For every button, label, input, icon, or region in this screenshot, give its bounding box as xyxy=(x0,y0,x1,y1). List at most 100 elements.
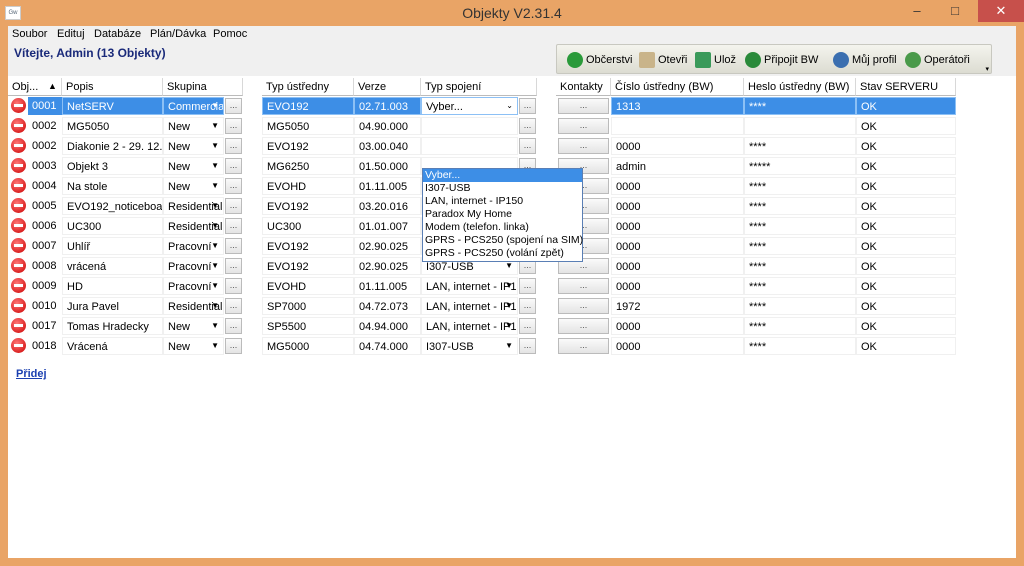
cell-skupina[interactable]: Residential ▼ xyxy=(163,197,224,215)
contacts-button[interactable]: ... xyxy=(558,278,609,294)
table-row[interactable]: 0002 MG5050 New ▼... MG5050 04.90.000...... OK xyxy=(8,116,956,136)
my-profile-button[interactable]: Můj profil xyxy=(833,52,897,68)
chevron-down-icon[interactable]: ⌄ xyxy=(506,101,513,110)
table-row[interactable]: 0002 Diakonie 2 - 29. 12. 2 New ▼... EVO192 0… xyxy=(8,136,956,156)
column-header-verze[interactable]: Verze xyxy=(354,78,421,96)
chevron-down-icon[interactable]: ▼ xyxy=(211,161,219,170)
group-edit-button[interactable]: ... xyxy=(225,298,242,314)
cell-popis[interactable]: Jura Pavel xyxy=(62,297,163,315)
cell-typ-spojeni[interactable]: I307-USB ▼ xyxy=(421,337,518,355)
group-edit-button[interactable]: ... xyxy=(225,258,242,274)
table-row[interactable]: 0001 NetSERV Commercial ▼... EVO192 02.71.003… xyxy=(8,96,956,116)
cell-typ-spojeni[interactable]: LAN, internet - IP150▼ xyxy=(421,297,518,315)
maximize-button[interactable]: □ xyxy=(940,0,970,22)
chevron-down-icon[interactable]: ▼ xyxy=(505,281,513,290)
column-header-cislo-ustredny[interactable]: Číslo ústředny (BW) xyxy=(611,78,744,96)
contacts-button[interactable]: ... xyxy=(558,118,609,134)
chevron-down-icon[interactable]: ▼ xyxy=(211,181,219,190)
chevron-down-icon[interactable]: ▼ xyxy=(211,241,219,250)
contacts-button[interactable]: ... xyxy=(558,138,609,154)
cell-popis[interactable]: EVO192_noticeboard xyxy=(62,197,163,215)
toolbar-overflow-icon[interactable]: ▾ xyxy=(985,65,989,73)
connection-edit-button[interactable]: ... xyxy=(519,338,536,354)
sort-asc-icon[interactable]: ▲ xyxy=(48,81,57,91)
cell-skupina[interactable]: Residential ▼ xyxy=(163,217,224,235)
cell-popis[interactable]: Objekt 3 xyxy=(62,157,163,175)
menu-plan-davka[interactable]: Plán/Dávka xyxy=(150,28,206,40)
column-header-kontakty[interactable]: Kontakty xyxy=(556,78,611,96)
chevron-down-icon[interactable]: ▼ xyxy=(211,341,219,350)
cell-popis[interactable]: Tomas Hradecky xyxy=(62,317,163,335)
dropdown-option[interactable]: Paradox My Home xyxy=(423,208,582,221)
table-row[interactable]: 0010 Jura Pavel Residential ▼... SP7000 04.72… xyxy=(8,296,956,316)
open-button[interactable]: Otevři xyxy=(639,52,687,68)
table-row[interactable]: 0009 HD Pracovní ▼... EVOHD 01.11.005 LAN, int… xyxy=(8,276,956,296)
group-edit-button[interactable]: ... xyxy=(225,338,242,354)
dropdown-option[interactable]: GPRS - PCS250 (volání zpět) xyxy=(423,247,582,260)
cell-popis[interactable]: Diakonie 2 - 29. 12. 2 xyxy=(62,137,163,155)
cell-popis[interactable]: NetSERV xyxy=(62,97,163,115)
dropdown-option[interactable]: LAN, internet - IP150 xyxy=(423,195,582,208)
refresh-button[interactable]: Občerstvi xyxy=(567,52,632,68)
group-edit-button[interactable]: ... xyxy=(225,198,242,214)
connection-edit-button[interactable]: ... xyxy=(519,138,536,154)
minimize-button[interactable]: – xyxy=(902,0,932,22)
cell-skupina[interactable]: New ▼ xyxy=(163,157,224,175)
contacts-button[interactable]: ... xyxy=(558,298,609,314)
cell-popis[interactable]: Vrácená xyxy=(62,337,163,355)
chevron-down-icon[interactable]: ▼ xyxy=(211,101,219,110)
operators-button[interactable]: Operátoři xyxy=(905,52,970,68)
group-edit-button[interactable]: ... xyxy=(225,138,242,154)
cell-skupina[interactable]: New ▼ xyxy=(163,137,224,155)
cell-popis[interactable]: UC300 xyxy=(62,217,163,235)
cell-typ-spojeni[interactable]: LAN, internet - IP150▼ xyxy=(421,317,518,335)
contacts-button[interactable]: ... xyxy=(558,338,609,354)
dropdown-option[interactable]: Modem (telefon. linka) xyxy=(423,221,582,234)
connection-edit-button[interactable]: ... xyxy=(519,278,536,294)
chevron-down-icon[interactable]: ▼ xyxy=(211,301,219,310)
cell-popis[interactable]: MG5050 xyxy=(62,117,163,135)
chevron-down-icon[interactable]: ▼ xyxy=(505,341,513,350)
table-row[interactable]: 0017 Tomas Hradecky New ▼... SP5500 04.94.000… xyxy=(8,316,956,336)
cell-popis[interactable]: HD xyxy=(62,277,163,295)
chevron-down-icon[interactable]: ▼ xyxy=(505,321,513,330)
group-edit-button[interactable]: ... xyxy=(225,238,242,254)
group-edit-button[interactable]: ... xyxy=(225,98,242,114)
chevron-down-icon[interactable]: ▼ xyxy=(211,281,219,290)
column-header-typ-spojeni[interactable]: Typ spojení xyxy=(421,78,537,96)
chevron-down-icon[interactable]: ▼ xyxy=(211,201,219,210)
chevron-down-icon[interactable]: ▼ xyxy=(505,261,513,270)
menu-databaze[interactable]: Databáze xyxy=(94,28,141,40)
cell-skupina[interactable]: New ▼ xyxy=(163,177,224,195)
contacts-button[interactable]: ... xyxy=(558,98,609,114)
cell-popis[interactable]: Uhlíř xyxy=(62,237,163,255)
contacts-button[interactable]: ... xyxy=(558,318,609,334)
group-edit-button[interactable]: ... xyxy=(225,278,242,294)
dropdown-option[interactable]: Vyber... xyxy=(423,169,582,182)
cell-skupina[interactable]: Pracovní ▼ xyxy=(163,237,224,255)
cell-skupina[interactable]: Pracovní ▼ xyxy=(163,277,224,295)
column-header-popis[interactable]: Popis xyxy=(62,78,163,96)
chevron-down-icon[interactable]: ▼ xyxy=(211,221,219,230)
chevron-down-icon[interactable]: ▼ xyxy=(211,321,219,330)
cell-popis[interactable]: Na stole xyxy=(62,177,163,195)
connection-edit-button[interactable]: ... xyxy=(519,98,536,114)
column-header-typ-ustredny[interactable]: Typ ústředny xyxy=(262,78,354,96)
group-edit-button[interactable]: ... xyxy=(225,158,242,174)
cell-typ-spojeni[interactable] xyxy=(421,117,518,135)
chevron-down-icon[interactable]: ▼ xyxy=(505,301,513,310)
chevron-down-icon[interactable]: ▼ xyxy=(211,141,219,150)
dropdown-option[interactable]: GPRS - PCS250 (spojení na SIM) xyxy=(423,234,583,247)
cell-typ-spojeni[interactable] xyxy=(421,137,518,155)
chevron-down-icon[interactable]: ▼ xyxy=(211,121,219,130)
close-button[interactable]: ✕ xyxy=(978,0,1024,22)
chevron-down-icon[interactable]: ▼ xyxy=(211,261,219,270)
add-link[interactable]: Přidej xyxy=(16,368,47,380)
cell-skupina[interactable]: New ▼ xyxy=(163,117,224,135)
cell-typ-spojeni[interactable]: LAN, internet - IP150▼ xyxy=(421,277,518,295)
group-edit-button[interactable]: ... xyxy=(225,218,242,234)
connect-bw-button[interactable]: Připojit BW xyxy=(745,52,818,68)
connection-edit-button[interactable]: ... xyxy=(519,318,536,334)
save-button[interactable]: Ulož xyxy=(695,52,736,68)
column-header-skupina[interactable]: Skupina xyxy=(163,78,243,96)
